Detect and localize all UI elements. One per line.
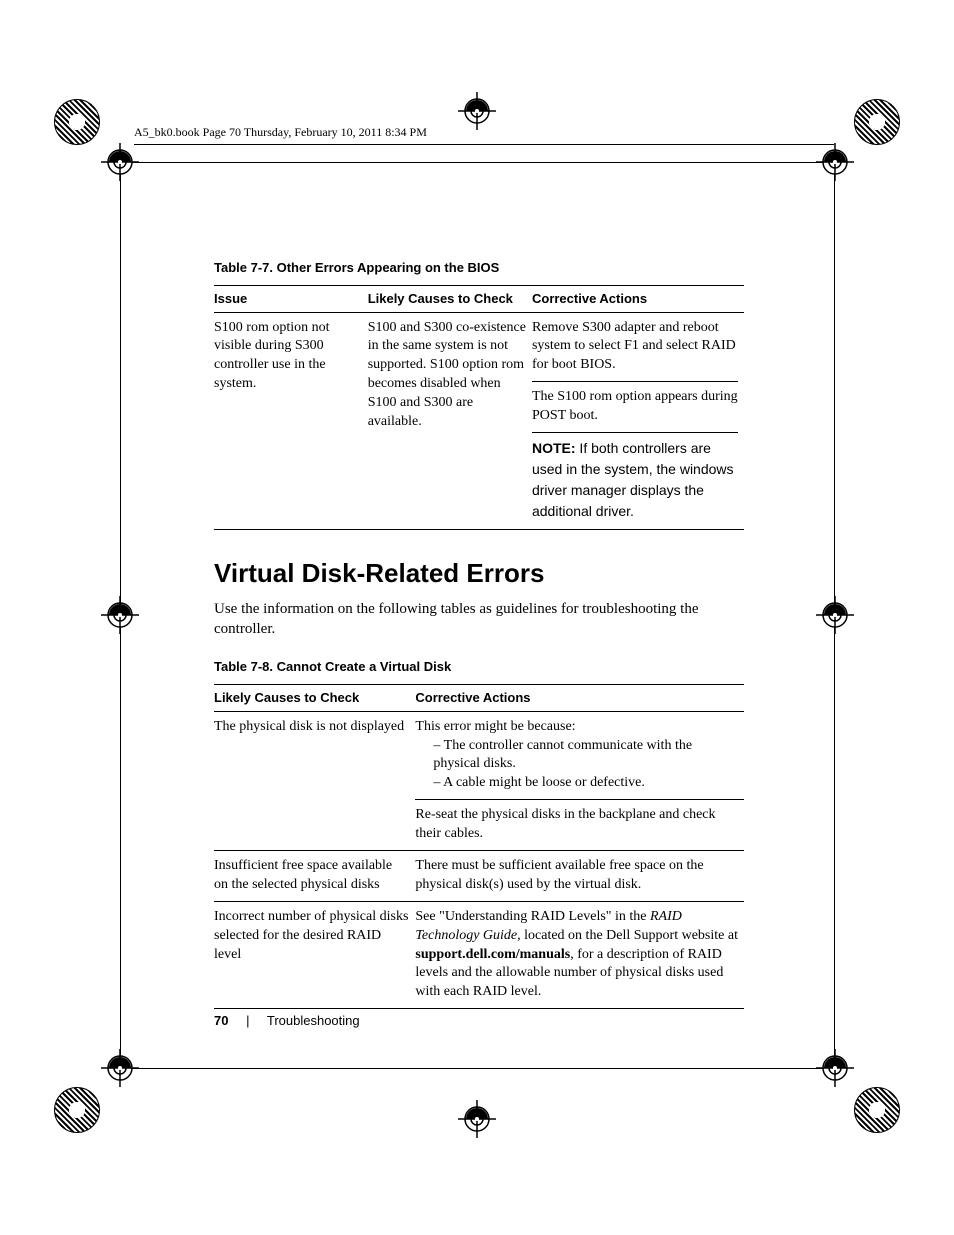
col-header-issue: Issue	[214, 286, 368, 313]
footer-separator-icon: |	[246, 1013, 249, 1028]
table-row: Insufficient free space available on the…	[214, 850, 744, 901]
table-row: The physical disk is not displayed This …	[214, 711, 744, 800]
register-disc-bl	[54, 1087, 100, 1133]
action-pre: See "Understanding RAID Levels" in the	[415, 909, 650, 924]
cell-action: See "Understanding RAID Levels" in the R…	[415, 901, 744, 1008]
footer-section: Troubleshooting	[267, 1013, 360, 1028]
table-7-7-caption: Table 7-7. Other Errors Appearing on the…	[214, 260, 744, 275]
action-para-1: Remove S300 adapter and reboot system to…	[532, 319, 738, 383]
col-header-cause: Likely Causes to Check	[214, 685, 415, 712]
cell-cause: The physical disk is not displayed	[214, 711, 415, 850]
register-disc-tl	[54, 99, 100, 145]
action-mid: , located on the Dell Support website at	[517, 928, 738, 943]
register-mark-icon	[816, 596, 854, 634]
register-mark-icon	[101, 143, 139, 181]
running-head: A5_bk0.book Page 70 Thursday, February 1…	[134, 125, 834, 145]
action-bullet: – The controller cannot communicate with…	[415, 737, 738, 775]
register-disc-br	[854, 1087, 900, 1133]
action-bullet: – A cable might be loose or defective.	[415, 774, 738, 793]
table-7-8-caption: Table 7-8. Cannot Create a Virtual Disk	[214, 659, 744, 674]
table-7-8: Likely Causes to Check Corrective Action…	[214, 684, 744, 1009]
cell-cause: Incorrect number of physical disks selec…	[214, 901, 415, 1008]
section-intro: Use the information on the following tab…	[214, 599, 744, 640]
action-para-2: The S100 rom option appears during POST …	[532, 382, 738, 433]
register-mark-icon	[101, 1049, 139, 1087]
page-number: 70	[214, 1013, 228, 1028]
cell-cause: S100 and S300 co-existence in the same s…	[368, 312, 532, 529]
register-mark-icon	[816, 1049, 854, 1087]
cell-cause: Insufficient free space available on the…	[214, 850, 415, 901]
col-header-action: Corrective Actions	[415, 685, 744, 712]
action-note: NOTE: If both controllers are used in th…	[532, 433, 738, 523]
page-footer: 70 | Troubleshooting	[214, 1013, 360, 1028]
cell-action: This error might be because: – The contr…	[415, 711, 744, 800]
cell-action-after: Re-seat the physical disks in the backpl…	[415, 800, 744, 851]
col-header-cause: Likely Causes to Check	[368, 286, 532, 313]
page-content: Table 7-7. Other Errors Appearing on the…	[214, 260, 744, 1009]
table-7-7: Issue Likely Causes to Check Corrective …	[214, 285, 744, 530]
action-url: support.dell.com/manuals	[415, 947, 570, 962]
table-row: Incorrect number of physical disks selec…	[214, 901, 744, 1008]
note-label: NOTE:	[532, 440, 576, 456]
register-disc-tr	[854, 99, 900, 145]
cell-action: Remove S300 adapter and reboot system to…	[532, 312, 744, 529]
section-heading: Virtual Disk-Related Errors	[214, 558, 744, 589]
register-mark-icon	[101, 596, 139, 634]
crop-rule-top	[120, 162, 834, 163]
register-mark-icon	[458, 1100, 496, 1138]
action-intro: This error might be because:	[415, 718, 738, 737]
register-mark-icon	[816, 143, 854, 181]
crop-rule-bottom	[120, 1068, 834, 1069]
table-row: S100 rom option not visible during S300 …	[214, 312, 744, 529]
cell-action: There must be sufficient available free …	[415, 850, 744, 901]
col-header-action: Corrective Actions	[532, 286, 744, 313]
cell-issue: S100 rom option not visible during S300 …	[214, 312, 368, 529]
